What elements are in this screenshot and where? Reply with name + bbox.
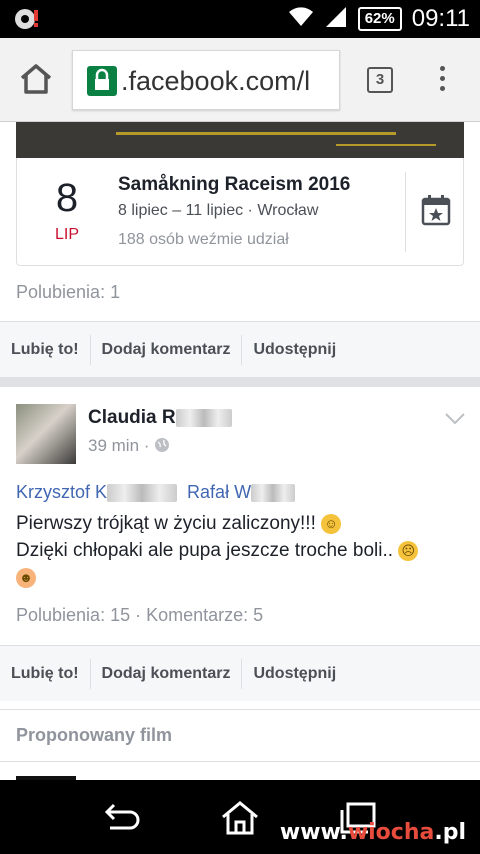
overflow-menu-icon[interactable] [440,66,450,96]
comment-button[interactable]: Dodaj komentarz [91,659,242,689]
notification-icon [14,8,40,35]
post-body: Pierwszy trójkąt w życiu zaliczony!!! ☺ … [16,510,466,591]
calendar-star-icon[interactable] [421,194,451,231]
post-timestamp: 39 min · [88,436,170,456]
android-nav-bar: www.wiocha.pl [0,780,480,854]
event-likes-count[interactable]: Polubienia: 1 [16,282,120,303]
address-bar[interactable]: .facebook.com/l [72,50,340,110]
post-tags[interactable]: Krzysztof K Rafał W [16,482,296,503]
post-separator [0,377,480,387]
event-details: 8 lipiec – 11 lipiec · Wrocław [118,202,319,219]
tag-person-2[interactable]: Rafał W [187,482,251,502]
like-button[interactable]: Lubię to! [0,659,90,689]
grin-emoji-icon: ☺ [321,513,342,534]
share-button[interactable]: Udostępnij [242,659,347,689]
tag-person-1[interactable]: Krzysztof K [16,482,107,502]
event-day: 8 [55,176,79,220]
divider [0,709,480,710]
back-icon[interactable] [100,800,142,839]
chevron-down-icon[interactable] [444,412,466,431]
battery-icon: 62% [357,7,402,31]
home-icon[interactable] [18,62,54,101]
like-button[interactable]: Lubię to! [0,335,90,365]
url-text: .facebook.com/l [121,66,311,96]
event-cover-photo[interactable] [16,122,464,158]
globe-icon [154,436,170,455]
event-month: LIP [54,226,79,243]
signal-icon [324,6,348,33]
status-bar: 62% 09:11 [0,0,480,38]
post-stats[interactable]: Polubienia: 15 · Komentarze: 5 [16,605,263,626]
divider [405,172,406,252]
watermark: www.wiocha.pl [279,820,466,845]
comment-button[interactable]: Dodaj komentarz [91,335,242,365]
tab-switcher-button[interactable]: 3 [367,67,393,93]
post-action-bar: Lubię to! Dodaj komentarz Udostępnij [0,645,480,701]
clock: 09:11 [411,5,470,32]
event-going-count: 188 osób weźmie udział [118,231,289,248]
suggested-video-title: Proponowany film [16,725,173,745]
share-button[interactable]: Udostępnij [242,335,347,365]
post-author[interactable]: Claudia R [88,407,232,429]
avatar[interactable] [16,404,76,464]
news-feed: 8 LIP Samåkning Raceism 2016 8 lipiec – … [0,122,480,780]
event-title[interactable]: Samåkning Raceism 2016 [118,174,350,196]
lock-icon [87,66,117,96]
event-action-bar: Lubię to! Dodaj komentarz Udostępnij [0,321,480,377]
event-card[interactable]: 8 LIP Samåkning Raceism 2016 8 lipiec – … [16,158,464,266]
divider [0,761,480,762]
tongue-emoji-icon: ☻ [16,567,36,588]
browser-toolbar: .facebook.com/l 3 [0,38,480,122]
wifi-icon [288,6,314,33]
home-nav-icon[interactable] [220,800,260,841]
frown-emoji-icon: ☹ [398,540,419,561]
